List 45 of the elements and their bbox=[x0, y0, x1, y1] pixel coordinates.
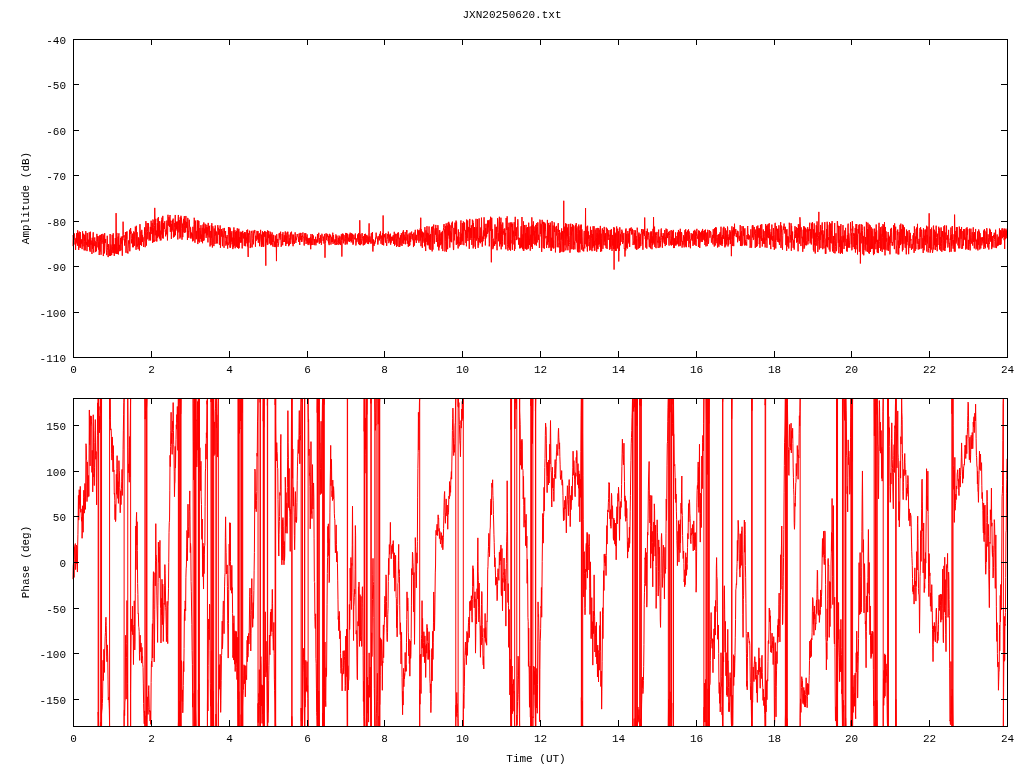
y-tick-label: -70 bbox=[46, 170, 66, 183]
x-tick-label: 12 bbox=[533, 733, 548, 745]
x-tick-label: 2 bbox=[148, 364, 155, 376]
y-tick-label: 0 bbox=[59, 557, 66, 570]
x-tick-label: 14 bbox=[611, 364, 626, 376]
x-tick-label: 16 bbox=[689, 364, 704, 376]
y-axis-label: Amplitude (dB) bbox=[20, 151, 32, 245]
y-tick-label: -50 bbox=[46, 79, 66, 92]
chart-title: JXN20250620.txt bbox=[462, 9, 562, 21]
x-tick-label: 16 bbox=[689, 733, 704, 745]
y-tick-label: 100 bbox=[46, 466, 66, 479]
x-tick-label: 8 bbox=[381, 364, 388, 376]
x-tick-label: 20 bbox=[844, 733, 859, 745]
x-tick-label: 18 bbox=[767, 364, 782, 376]
x-tick-label: 6 bbox=[304, 364, 311, 376]
x-tick-label: 4 bbox=[226, 364, 233, 376]
y-tick-label: -110 bbox=[39, 352, 66, 365]
y-tick-label: -50 bbox=[46, 603, 66, 616]
x-tick-label: 0 bbox=[70, 733, 77, 745]
y-tick-label: -60 bbox=[46, 125, 66, 138]
x-tick-label: 20 bbox=[844, 364, 859, 376]
x-tick-label: 22 bbox=[922, 364, 937, 376]
x-tick-label: 4 bbox=[226, 733, 233, 745]
x-tick-label: 10 bbox=[455, 364, 470, 376]
y-tick-label: -100 bbox=[39, 648, 66, 661]
x-axis-label: Time (UT) bbox=[506, 753, 566, 765]
x-tick-label: 24 bbox=[1000, 733, 1015, 745]
x-tick-label: 18 bbox=[767, 733, 782, 745]
y-axis-label: Phase (deg) bbox=[20, 525, 32, 599]
y-tick-label: -90 bbox=[46, 261, 66, 274]
y-tick-label: -100 bbox=[39, 307, 66, 320]
y-tick-label: -80 bbox=[46, 216, 66, 229]
y-tick-label: -40 bbox=[46, 34, 66, 47]
y-tick-label: 150 bbox=[46, 420, 66, 433]
x-tick-label: 14 bbox=[611, 733, 626, 745]
x-tick-label: 8 bbox=[381, 733, 388, 745]
x-tick-label: 0 bbox=[70, 364, 77, 376]
x-tick-label: 10 bbox=[455, 733, 470, 745]
y-tick-label: 50 bbox=[52, 511, 66, 524]
x-tick-label: 22 bbox=[922, 733, 937, 745]
x-tick-label: 6 bbox=[304, 733, 311, 745]
x-tick-label: 24 bbox=[1000, 364, 1015, 376]
x-tick-label: 12 bbox=[533, 364, 548, 376]
x-tick-label: 2 bbox=[148, 733, 155, 745]
y-tick-label: -150 bbox=[39, 694, 66, 707]
